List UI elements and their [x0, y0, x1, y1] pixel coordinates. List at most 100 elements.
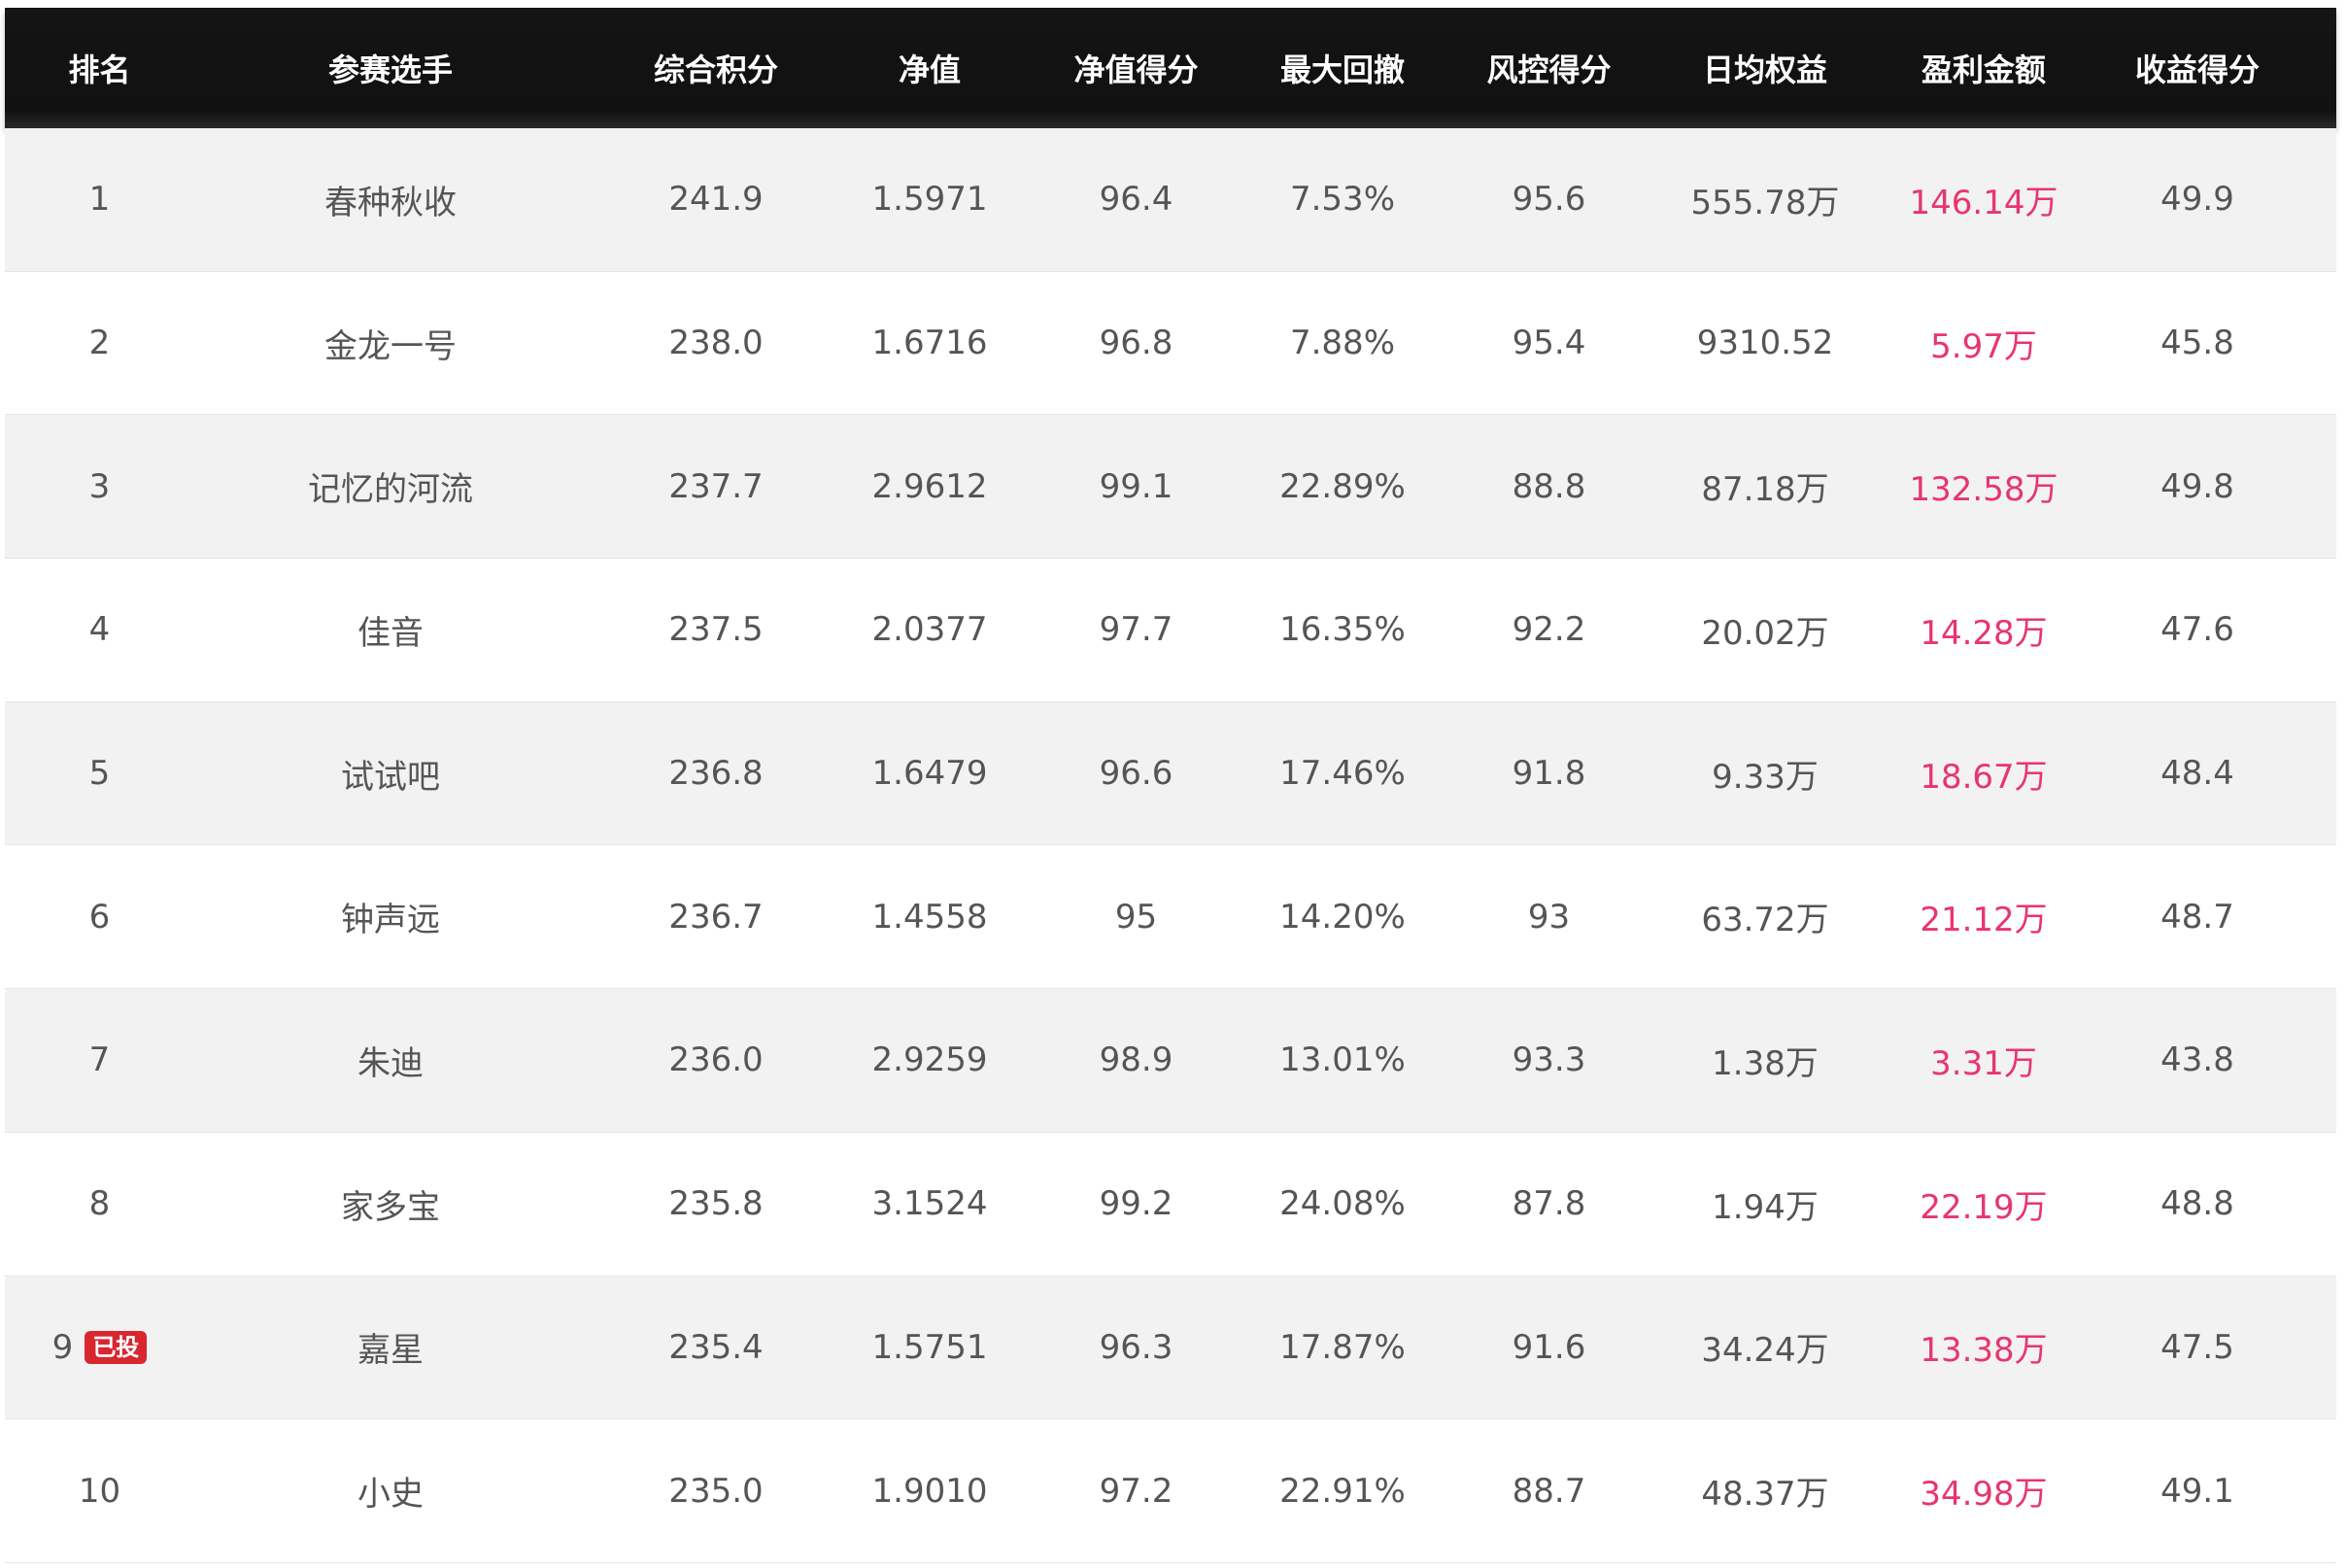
- risk-score-cell: 91.6: [1512, 1327, 1586, 1367]
- table-row[interactable]: 7 朱迪 236.0 2.9259 98.9 13.01% 93.3 1.38万…: [5, 989, 2336, 1133]
- return-score-cell: 43.8: [2160, 1040, 2234, 1080]
- table-row[interactable]: 4 佳音 237.5 2.0377 97.7 16.35% 92.2 20.02…: [5, 559, 2336, 702]
- avg-equity-cell: 1.94万: [1712, 1187, 1819, 1227]
- rank-cell: 6: [5, 898, 194, 937]
- player-name[interactable]: 朱迪: [230, 1037, 551, 1084]
- table-row[interactable]: 3 记忆的河流 237.7 2.9612 99.1 22.89% 88.8 87…: [5, 415, 2336, 560]
- profit-cell: 132.58万: [1909, 470, 2058, 510]
- profit-cell: 13.38万: [1920, 1331, 2048, 1371]
- player-name[interactable]: 春种秋收: [230, 176, 551, 223]
- score-cell: 237.7: [668, 466, 764, 506]
- max-drawdown-cell: 7.88%: [1289, 324, 1395, 363]
- rank-cell: 4: [5, 610, 194, 649]
- return-score-cell: 49.9: [2160, 180, 2234, 220]
- rank-number: 1: [88, 180, 111, 220]
- profit-cell: 18.67万: [1920, 757, 2048, 797]
- profit-cell: 146.14万: [1909, 183, 2058, 222]
- nav-cell: 3.1524: [871, 1184, 988, 1224]
- nav-cell: 1.6716: [871, 324, 988, 363]
- avg-equity-cell: 9.33万: [1712, 757, 1819, 797]
- player-name[interactable]: 小史: [230, 1467, 551, 1515]
- rank-cell: 3: [5, 467, 194, 506]
- player-name[interactable]: 记忆的河流: [230, 462, 551, 510]
- table-row[interactable]: 8 家多宝 235.8 3.1524 99.2 24.08% 87.8 1.94…: [5, 1132, 2336, 1277]
- nav-score-cell: 97.7: [1099, 610, 1173, 650]
- risk-score-cell: 88.7: [1512, 1471, 1586, 1511]
- risk-score-cell: 95.6: [1512, 180, 1586, 220]
- rank-cell: 7: [5, 1040, 194, 1079]
- rank-cell: 2: [5, 324, 194, 362]
- avg-equity-cell: 63.72万: [1701, 901, 1829, 940]
- score-cell: 236.7: [668, 897, 764, 937]
- rank-number: 9: [51, 1327, 74, 1367]
- max-drawdown-cell: 22.91%: [1279, 1471, 1406, 1511]
- return-score-cell: 48.4: [2160, 754, 2234, 794]
- table-row[interactable]: 1 春种秋收 241.9 1.5971 96.4 7.53% 95.6 555.…: [5, 128, 2336, 272]
- avg-equity-cell: 1.38万: [1712, 1043, 1819, 1083]
- table-row[interactable]: 9 已投 嘉星 235.4 1.5751 96.3 17.87% 91.6 34…: [5, 1276, 2336, 1420]
- table-body: 1 春种秋收 241.9 1.5971 96.4 7.53% 95.6 555.…: [5, 128, 2336, 1563]
- score-cell: 235.4: [668, 1327, 764, 1367]
- table-row[interactable]: 6 钟声远 236.7 1.4558 95 14.20% 93 63.72万 2…: [5, 845, 2336, 990]
- header-player[interactable]: 参赛选手: [230, 46, 551, 90]
- return-score-cell: 49.1: [2160, 1471, 2234, 1511]
- profit-cell: 21.12万: [1920, 901, 2048, 940]
- rank-number: 7: [88, 1040, 111, 1080]
- nav-score-cell: 99.2: [1099, 1184, 1173, 1224]
- header-avg-equity[interactable]: 日均权益: [1663, 46, 1867, 90]
- score-cell: 241.9: [668, 180, 764, 220]
- score-cell: 238.0: [668, 324, 764, 363]
- rank-cell: 8: [5, 1184, 194, 1223]
- avg-equity-cell: 34.24万: [1701, 1331, 1829, 1371]
- max-drawdown-cell: 17.87%: [1279, 1327, 1406, 1367]
- return-score-cell: 47.5: [2160, 1327, 2234, 1367]
- table-row[interactable]: 10 小史 235.0 1.9010 97.2 22.91% 88.7 48.3…: [5, 1419, 2336, 1563]
- table-header: 排名 参赛选手 综合积分 净值 净值得分 最大回撤 风控得分 日均权益 盈利金额…: [5, 8, 2336, 128]
- profit-cell: 3.31万: [1930, 1043, 2037, 1083]
- nav-score-cell: 96.4: [1099, 180, 1173, 220]
- nav-cell: 1.6479: [871, 754, 988, 794]
- risk-score-cell: 91.8: [1512, 754, 1586, 794]
- avg-equity-cell: 555.78万: [1690, 183, 1840, 222]
- return-score-cell: 48.7: [2160, 897, 2234, 937]
- max-drawdown-cell: 16.35%: [1279, 610, 1406, 650]
- rank-number: 2: [88, 324, 111, 363]
- score-cell: 236.8: [668, 754, 764, 794]
- header-rank[interactable]: 排名: [5, 46, 194, 90]
- rank-cell: 9 已投: [5, 1328, 194, 1367]
- invested-badge: 已投: [85, 1330, 148, 1364]
- header-nav[interactable]: 净值: [837, 46, 1022, 90]
- nav-score-cell: 99.1: [1099, 466, 1173, 506]
- nav-cell: 1.5751: [871, 1327, 988, 1367]
- risk-score-cell: 93: [1527, 897, 1571, 937]
- player-name[interactable]: 佳音: [230, 606, 551, 654]
- max-drawdown-cell: 13.01%: [1279, 1040, 1406, 1080]
- header-risk-score[interactable]: 风控得分: [1435, 46, 1663, 90]
- header-score[interactable]: 综合积分: [595, 46, 837, 90]
- nav-cell: 1.4558: [871, 897, 988, 937]
- player-name[interactable]: 钟声远: [230, 893, 551, 940]
- return-score-cell: 49.8: [2160, 466, 2234, 506]
- profit-cell: 5.97万: [1930, 326, 2037, 366]
- profit-cell: 34.98万: [1920, 1475, 2048, 1515]
- player-name[interactable]: 嘉星: [230, 1323, 551, 1371]
- risk-score-cell: 93.3: [1512, 1040, 1586, 1080]
- rank-number: 8: [88, 1184, 111, 1224]
- risk-score-cell: 95.4: [1512, 324, 1586, 363]
- return-score-cell: 45.8: [2160, 324, 2234, 363]
- header-nav-score[interactable]: 净值得分: [1022, 46, 1250, 90]
- profit-cell: 14.28万: [1920, 613, 2048, 653]
- rank-number: 3: [88, 466, 111, 506]
- table-row[interactable]: 5 试试吧 236.8 1.6479 96.6 17.46% 91.8 9.33…: [5, 701, 2336, 846]
- player-name[interactable]: 家多宝: [230, 1180, 551, 1228]
- header-return-score[interactable]: 收益得分: [2100, 46, 2295, 90]
- return-score-cell: 48.8: [2160, 1184, 2234, 1224]
- player-name[interactable]: 金龙一号: [230, 320, 551, 367]
- header-max-drawdown[interactable]: 最大回撤: [1250, 46, 1435, 90]
- table-row[interactable]: 2 金龙一号 238.0 1.6716 96.8 7.88% 95.4 9310…: [5, 271, 2336, 416]
- player-name[interactable]: 试试吧: [230, 750, 551, 798]
- header-profit[interactable]: 盈利金额: [1867, 46, 2100, 90]
- nav-score-cell: 96.3: [1099, 1327, 1173, 1367]
- return-score-cell: 47.6: [2160, 610, 2234, 650]
- nav-score-cell: 97.2: [1099, 1471, 1173, 1511]
